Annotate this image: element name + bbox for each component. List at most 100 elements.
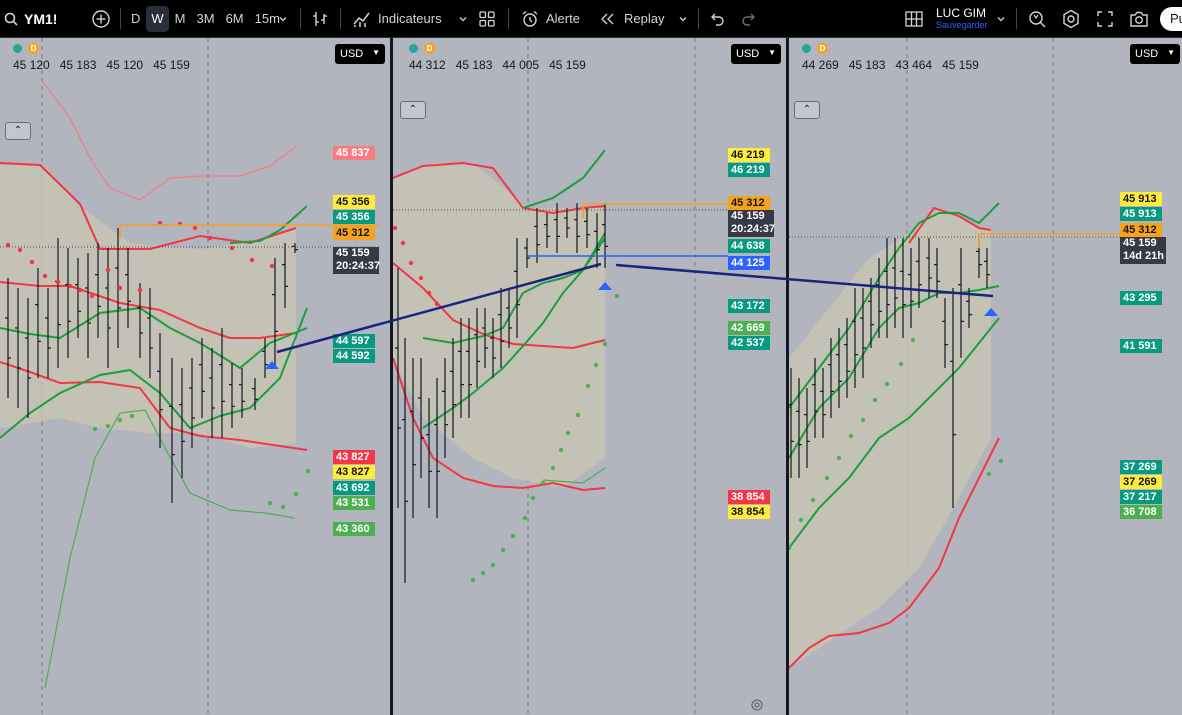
legend-status[interactable]: D (802, 43, 828, 54)
price-tag[interactable]: 37 217 (1120, 490, 1162, 504)
chart-settings-icon[interactable] (749, 697, 765, 713)
currency-selector[interactable]: USD ▼ (335, 44, 385, 64)
sar-dot (249, 257, 255, 263)
fullscreen-icon (1097, 10, 1113, 27)
price-tag[interactable]: 36 708 (1120, 505, 1162, 519)
chevron-up-icon: ⌃ (802, 104, 812, 115)
legend-status[interactable]: D (13, 43, 39, 54)
price-tag-value: 45 837 (336, 147, 370, 159)
compare-button[interactable] (91, 0, 111, 37)
settings-button[interactable] (1061, 0, 1081, 37)
templates-button[interactable] (478, 0, 496, 37)
price-chart[interactable] (789, 38, 1182, 715)
price-tag[interactable]: 46 219 (728, 163, 770, 177)
price-tag[interactable]: 45 312 (333, 226, 375, 240)
price-tag-value: 45 159 (731, 210, 765, 222)
price-tag[interactable]: 46 219 (728, 148, 770, 162)
price-tag[interactable]: 38 854 (728, 505, 770, 519)
plus-circle-icon (92, 9, 110, 28)
layout-dropdown[interactable] (996, 0, 1006, 37)
price-tag[interactable]: 44 125 (728, 256, 770, 270)
price-tag[interactable]: 45 159 20:24:37 (333, 247, 380, 274)
price-tag[interactable]: 45 356 (333, 210, 375, 224)
sar-dot (593, 362, 599, 368)
alert-button[interactable]: Alerte (520, 0, 580, 37)
price-tag[interactable]: 45 913 (1120, 207, 1162, 221)
currency-label: USD (340, 48, 364, 60)
collapse-legend-button[interactable]: ⌃ (794, 101, 820, 119)
sar-dot (42, 273, 48, 279)
price-tag[interactable]: 43 172 (728, 299, 770, 313)
outer-lower-band[interactable] (44, 409, 296, 689)
price-tag-value: 45 913 (1123, 193, 1157, 205)
snapshot-button[interactable] (1129, 0, 1149, 37)
timeframe-w[interactable]: W (146, 5, 169, 32)
price-tag[interactable]: 37 269 (1120, 460, 1162, 474)
price-tag[interactable]: 45 913 (1120, 192, 1162, 206)
price-tag[interactable]: 43 692 (333, 481, 375, 495)
price-tag[interactable]: 45 356 (333, 195, 375, 209)
price-tag[interactable]: 45 312 (728, 196, 770, 210)
indicators-button[interactable]: Indicateurs (352, 0, 468, 37)
ohlc-value: 45 120 (13, 58, 50, 72)
price-tag[interactable]: 41 591 (1120, 339, 1162, 353)
sar-dot (872, 397, 878, 403)
collapse-legend-button[interactable]: ⌃ (400, 101, 426, 119)
indicators-label: Indicateurs (378, 11, 442, 26)
price-tag[interactable]: 44 597 (333, 334, 375, 348)
price-tag-value: 44 638 (731, 240, 765, 252)
price-tag[interactable]: 44 638 (728, 239, 770, 253)
chart-panel-3[interactable]: D 44 269 45 183 43 464 45 159 ⌃ USD ▼ 45 913 45 9… (789, 38, 1182, 715)
publish-button[interactable]: Pu (1160, 7, 1182, 31)
sar-dot (55, 279, 61, 285)
timeframe-d[interactable]: D (126, 6, 145, 32)
collapse-legend-button[interactable]: ⌃ (5, 122, 31, 140)
outer-upper-band[interactable] (39, 77, 298, 201)
upper-band-green[interactable] (522, 149, 606, 209)
price-tag[interactable]: 43 827 (333, 465, 375, 479)
replay-button[interactable]: Replay (598, 0, 688, 37)
undo-button[interactable] (708, 0, 726, 37)
price-tag[interactable]: 38 854 (728, 490, 770, 504)
currency-selector[interactable]: USD ▼ (731, 44, 781, 64)
ohlc-value: 45 183 (848, 58, 886, 72)
price-tag-value: 43 295 (1123, 292, 1157, 304)
price-tag[interactable]: 45 159 20:24:37 (728, 210, 775, 237)
price-tag[interactable]: 42 669 (728, 321, 770, 335)
price-chart[interactable] (393, 38, 786, 715)
chart-panel-2[interactable]: D 44 312 45 183 44 005 45 159 ⌃ USD ▼ 46 219 46 2… (393, 38, 786, 715)
bar-style-button[interactable] (310, 0, 330, 37)
timeframe-m[interactable]: M (170, 6, 191, 32)
price-tag-value: 46 219 (731, 149, 765, 161)
fullscreen-button[interactable] (1096, 0, 1114, 37)
sar-dot (305, 468, 311, 474)
timeframe-6m[interactable]: 6M (221, 6, 249, 32)
currency-selector[interactable]: USD ▼ (1130, 44, 1180, 64)
quick-search-button[interactable] (1027, 0, 1047, 37)
price-chart[interactable] (0, 38, 390, 715)
ohlc-value: 44 005 (502, 58, 540, 72)
price-tag[interactable]: 45 159 14d 21h (1120, 237, 1166, 264)
layout-name-button[interactable]: LUC GIM Sauvegarder (936, 0, 988, 37)
sar-dot (558, 447, 564, 453)
market-open-icon (802, 44, 811, 53)
chevron-down-icon: ▼ (768, 48, 776, 57)
price-tag[interactable]: 43 531 (333, 496, 375, 510)
price-tag[interactable]: 44 592 (333, 349, 375, 363)
price-tag[interactable]: 43 827 (333, 450, 375, 464)
search-icon (4, 12, 18, 26)
layout-button[interactable] (904, 0, 924, 37)
price-tag[interactable]: 43 295 (1120, 291, 1162, 305)
legend-status[interactable]: D (409, 43, 435, 54)
price-tag[interactable]: 37 269 (1120, 475, 1162, 489)
price-tag[interactable]: 45 837 (333, 146, 375, 160)
symbol-search[interactable]: YM1! (4, 0, 57, 37)
price-tag[interactable]: 43 360 (333, 522, 375, 536)
price-tag[interactable]: 45 312 (1120, 223, 1162, 237)
timeframe-3m[interactable]: 3M (192, 6, 220, 32)
timeframe-dropdown[interactable] (278, 0, 288, 37)
redo-button[interactable] (740, 0, 758, 37)
currency-label: USD (736, 48, 760, 60)
chart-panel-1[interactable]: D 45 120 45 183 45 120 45 159 ⌃ USD ▼ 45 837 45 3… (0, 38, 390, 715)
price-tag[interactable]: 42 537 (728, 336, 770, 350)
